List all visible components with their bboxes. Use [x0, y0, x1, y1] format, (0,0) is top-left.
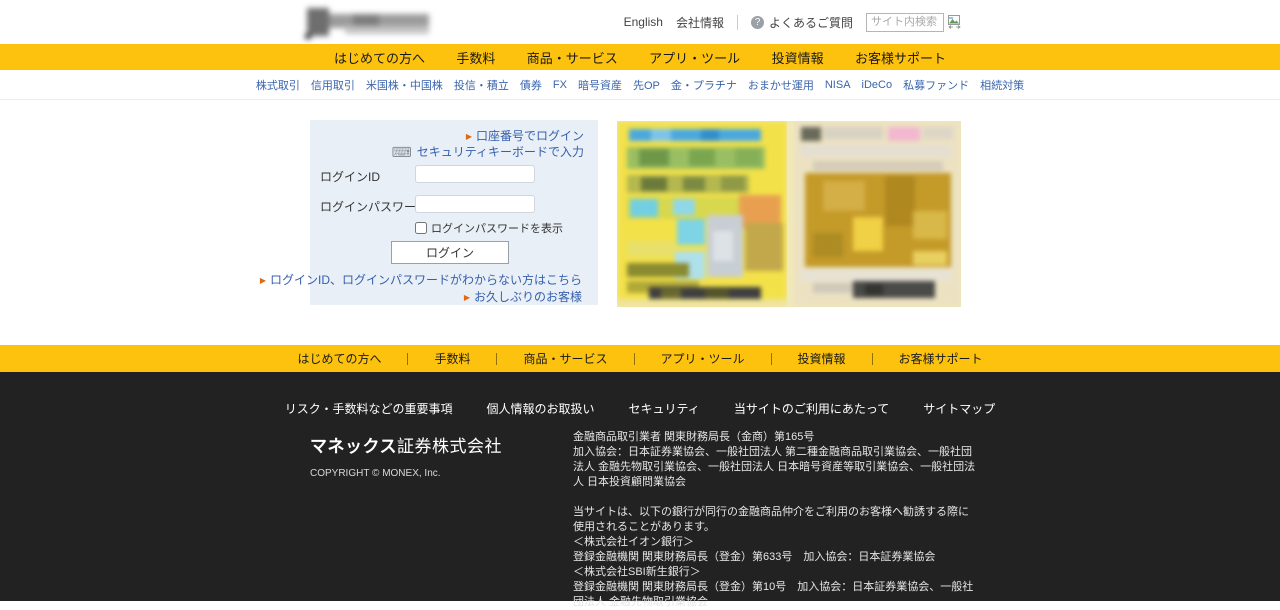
site-footer: リスク・手数料などの重要事項 個人情報のお取扱い セキュリティ 当サイトのご利用…	[0, 372, 1280, 601]
promo-banner-left[interactable]	[617, 121, 787, 307]
footer-link-personal-info[interactable]: 個人情報のお取扱い	[487, 400, 595, 417]
legal-line: 金融商品取引業者 関東財務局長（金商）第165号	[573, 430, 977, 445]
legal-line: ＜株式会社イオン銀行＞	[573, 535, 977, 550]
login-button[interactable]: ログイン	[391, 241, 509, 264]
site-header: English 会社情報 ? よくあるご質問	[0, 0, 1280, 44]
faq-link-label: よくあるご質問	[769, 14, 853, 31]
nav-item-fees[interactable]: 手数料	[456, 48, 495, 67]
question-icon: ?	[751, 16, 764, 29]
promo-banner-right-image	[793, 121, 961, 307]
returning-customer-link[interactable]: ▶お久しぶりのお客様	[464, 288, 582, 305]
site-logo[interactable]	[305, 6, 433, 38]
footer-nav-apps-tools[interactable]: アプリ・ツール	[635, 350, 771, 367]
footer-nav-beginners[interactable]: はじめての方へ	[271, 350, 407, 367]
legal-line: 登録金融機関 関東財務局長（登金）第633号 加入協会：日本証券業協会	[573, 550, 977, 565]
promo-banner	[617, 121, 961, 307]
nav-item-investment-info[interactable]: 投資情報	[772, 48, 824, 67]
forgot-credentials-link[interactable]: ▶ログインID、ログインパスワードがわからない方はこちら	[260, 271, 582, 288]
faq-link[interactable]: ? よくあるご質問	[751, 14, 853, 31]
subnav-margin-trading[interactable]: 信用取引	[311, 77, 355, 93]
legal-line: 当サイトは、以下の銀行が同行の金融商品仲介をご利用のお客様へ勧誘する際に使用され…	[573, 505, 977, 535]
subnav-crypto[interactable]: 暗号資産	[578, 77, 622, 93]
login-id-label: ログインID	[320, 168, 380, 185]
subnav-fx[interactable]: FX	[553, 79, 567, 91]
nav-item-beginners[interactable]: はじめての方へ	[334, 48, 425, 67]
arrow-bullet-icon: ▶	[464, 293, 470, 302]
page: { "header": { "english_link": "English",…	[0, 0, 1280, 607]
site-search-input[interactable]	[866, 13, 944, 32]
company-info-link[interactable]: 会社情報	[676, 14, 724, 31]
subnav-futures-options[interactable]: 先OP	[633, 77, 660, 93]
english-link[interactable]: English	[624, 15, 663, 29]
footer-link-risk-fees[interactable]: リスク・手数料などの重要事項	[285, 400, 453, 417]
login-box: ▶口座番号でログイン ⌨セキュリティキーボードで入力 ログインID ログインパス…	[310, 120, 598, 305]
show-password-label: ログインパスワードを表示	[431, 220, 563, 236]
subnav-ideco[interactable]: iDeCo	[862, 79, 893, 91]
footer-legal-text: 金融商品取引業者 関東財務局長（金商）第165号 加入協会：日本証券業協会、一般…	[573, 430, 977, 610]
legal-line: 登録金融機関 関東財務局長（登金）第10号 加入協会：日本証券業協会、一般社団法…	[573, 580, 977, 610]
footer-link-security[interactable]: セキュリティ	[629, 400, 700, 417]
broken-image-icon	[947, 15, 962, 30]
footer-link-sitemap[interactable]: サイトマップ	[923, 400, 995, 417]
search-button[interactable]	[947, 15, 962, 30]
footer-nav-products[interactable]: 商品・サービス	[497, 350, 633, 367]
subnav-nisa[interactable]: NISA	[825, 79, 851, 91]
footer-nav-customer-support[interactable]: お客様サポート	[873, 350, 1009, 367]
subnav-inheritance[interactable]: 相続対策	[980, 77, 1024, 93]
arrow-bullet-icon: ▶	[260, 276, 266, 285]
footer-nav-investment-info[interactable]: 投資情報	[772, 350, 872, 367]
subnav-us-china-stocks[interactable]: 米国株・中国株	[366, 77, 443, 93]
promo-banner-right[interactable]	[793, 121, 961, 307]
subnav-funds[interactable]: 投信・積立	[454, 77, 509, 93]
main-nav: はじめての方へ 手数料 商品・サービス アプリ・ツール 投資情報 お客様サポート	[0, 44, 1280, 70]
sub-nav: 株式取引 信用取引 米国株・中国株 投信・積立 債券 FX 暗号資産 先OP 金…	[0, 70, 1280, 100]
logo-blur-block	[307, 8, 329, 36]
nav-item-customer-support[interactable]: お客様サポート	[855, 48, 946, 67]
nav-item-products[interactable]: 商品・サービス	[527, 48, 618, 67]
security-keyboard-link[interactable]: ⌨セキュリティキーボードで入力	[391, 143, 584, 160]
subnav-gold-platinum[interactable]: 金・プラチナ	[671, 77, 737, 93]
subnav-stock-trading[interactable]: 株式取引	[256, 77, 300, 93]
copyright-notice: COPYRIGHT © MONEX, Inc.	[310, 468, 502, 479]
logo-blur-block	[353, 14, 379, 26]
login-password-label: ログインパスワード	[320, 198, 428, 215]
keyboard-icon: ⌨	[391, 145, 411, 159]
promo-banner-left-image	[617, 121, 787, 307]
footer-company-name: マネックス証券株式会社	[310, 432, 502, 457]
show-password-checkbox[interactable]	[415, 222, 427, 234]
subnav-private-funds[interactable]: 私募ファンド	[903, 77, 969, 93]
subnav-bonds[interactable]: 債券	[520, 77, 542, 93]
footer-nav-fees[interactable]: 手数料	[408, 350, 496, 367]
legal-line: 加入協会：日本証券業協会、一般社団法人 第二種金融商品取引業協会、一般社団法人 …	[573, 445, 977, 490]
header-divider	[737, 15, 738, 30]
login-id-input[interactable]	[415, 165, 535, 183]
legal-line: ＜株式会社SBI新生銀行＞	[573, 565, 977, 580]
account-number-login-link[interactable]: ▶口座番号でログイン	[466, 127, 584, 144]
logo-blur-block	[305, 34, 311, 39]
footer-nav: はじめての方へ 手数料 商品・サービス アプリ・ツール 投資情報 お客様サポート	[0, 345, 1280, 372]
footer-link-site-usage[interactable]: 当サイトのご利用にあたって	[734, 400, 889, 417]
logo-blur-block	[345, 26, 429, 34]
nav-item-apps-tools[interactable]: アプリ・ツール	[649, 48, 740, 67]
arrow-bullet-icon: ▶	[466, 132, 472, 141]
login-password-input[interactable]	[415, 195, 535, 213]
subnav-managed-investing[interactable]: おまかせ運用	[748, 77, 814, 93]
